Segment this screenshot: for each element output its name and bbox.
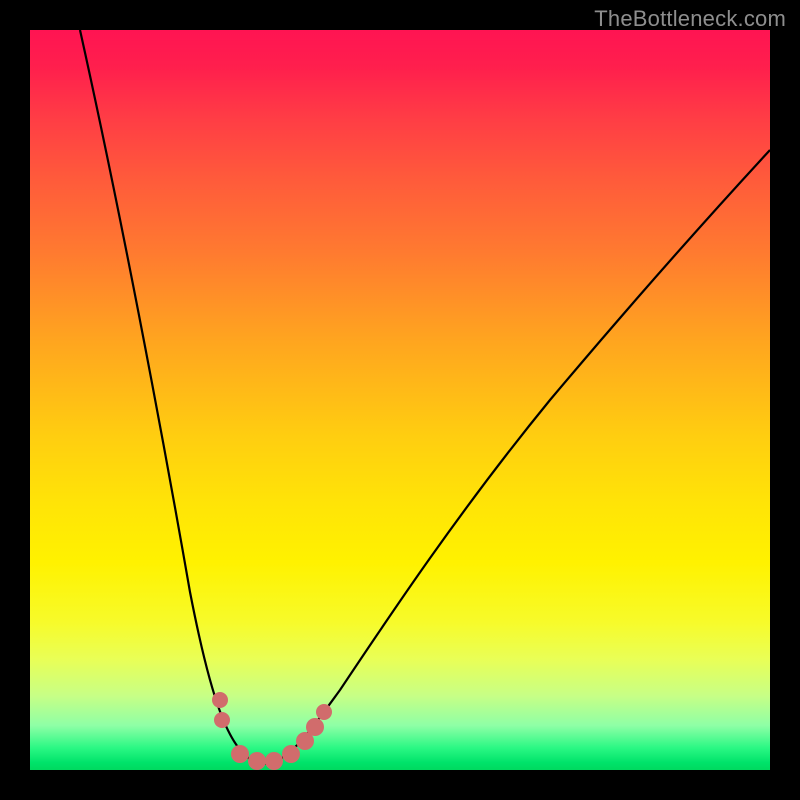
curve-marker — [282, 745, 300, 763]
marker-group — [212, 692, 332, 770]
watermark-label: TheBottleneck.com — [594, 6, 786, 32]
curve-marker — [212, 692, 228, 708]
chart-frame: TheBottleneck.com — [0, 0, 800, 800]
bottleneck-curve — [80, 30, 770, 764]
curve-marker — [265, 752, 283, 770]
plot-area — [30, 30, 770, 770]
curve-marker — [316, 704, 332, 720]
curve-marker — [306, 718, 324, 736]
curve-marker — [214, 712, 230, 728]
curve-layer — [30, 30, 770, 770]
curve-marker — [248, 752, 266, 770]
curve-marker — [231, 745, 249, 763]
